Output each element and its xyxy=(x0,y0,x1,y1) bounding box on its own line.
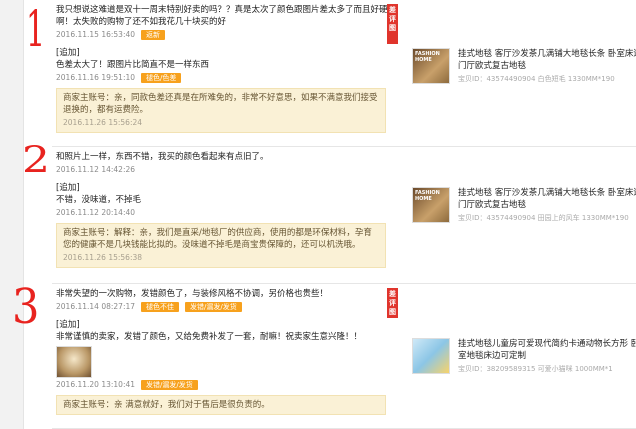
review-tag[interactable]: 发错/漏发/发货 xyxy=(185,302,242,312)
reply-text: 商家主账号：解释：亲，我们是直采/地毯厂的供应商，使用的都是环保材料，孕育您的健… xyxy=(63,228,372,250)
review-date: 2016.11.12 14:42:26 xyxy=(56,165,136,174)
product-sku: 宝贝ID：38209589315 可爱小猫咪 1000MM*1 xyxy=(458,365,613,373)
product-thumbnail[interactable] xyxy=(412,338,450,374)
append-label: [追加] xyxy=(56,48,80,58)
append-tag[interactable]: 褪色/色差 xyxy=(141,73,182,83)
append-tag[interactable]: 发错/漏发/发货 xyxy=(141,380,198,390)
annotation-number-2: 2 xyxy=(22,140,50,182)
seller-reply: 商家主账号：亲，同款色差还真是在所难免的，非常不好意思，如果不满意我们接受退换的… xyxy=(56,88,386,133)
reply-text: 商家主账号：亲，同款色差还真是在所难免的，非常不好意思，如果不满意我们接受退换的… xyxy=(63,93,378,115)
product-title[interactable]: 挂式地毯 客厅沙发茶几满铺大地毯长条 卧室床边门厅欧式复古地毯 xyxy=(458,187,636,211)
review-tag[interactable]: 褪色不佳 xyxy=(141,302,180,312)
product-title[interactable]: 挂式地毯儿童房可爱现代简约卡通动物长方形 卧室地毯床边可定制 xyxy=(458,338,636,362)
review-meta: 2016.11.15 16:53:40 返新 xyxy=(56,29,394,41)
seller-reply: 商家主账号：解释：亲，我们是直采/地毯厂的供应商，使用的都是环保材料，孕育您的健… xyxy=(56,223,386,268)
review-meta: 2016.11.14 08:27:17 褪色不佳 发错/漏发/发货 xyxy=(56,301,394,313)
review-photo-thumbnail[interactable] xyxy=(56,346,92,378)
review-content: 和照片上一样，东西不错，我买的颜色看起来有点旧了。 2016.11.12 14:… xyxy=(56,151,394,268)
append-text: 色差太大了！跟图片比简直不是一样东西 xyxy=(56,60,210,70)
review-content: 我只想说这难道是双十一周末特别好卖的吗？？真是太次了颜色跟图片差太多了而且好硬啊… xyxy=(56,4,394,133)
product-logo: FASHION HOME xyxy=(415,51,440,63)
bad-review-badge: 差评图 xyxy=(387,288,398,318)
append-meta: 2016.11.16 19:51:10 褪色/色差 xyxy=(56,72,394,84)
append-label: [追加] xyxy=(56,183,80,193)
review-tag[interactable]: 返新 xyxy=(141,30,166,40)
append-meta: 2016.11.20 13:10:41 发错/漏发/发货 xyxy=(56,379,394,391)
product-sku: 宝贝ID：43574490904 白色短毛 1330MM*190 xyxy=(458,75,615,83)
review-text: 非常失望的一次购物，发错颜色了，与装修风格不协调，另价格也贵些！ xyxy=(56,289,329,299)
append-date: 2016.11.12 20:14:40 xyxy=(56,208,136,217)
annotation-number-1: 1 xyxy=(26,0,46,58)
product-info[interactable]: 挂式地毯儿童房可爱现代简约卡通动物长方形 卧室地毯床边可定制 宝贝ID：3820… xyxy=(412,338,636,388)
product-logo: FASHION HOME xyxy=(415,190,440,202)
reply-meta: 2016.11.26 15:56:24 xyxy=(63,117,379,129)
product-sku: 宝贝ID：43574490904 田园上的风车 1330MM*190 xyxy=(458,214,629,222)
reply-date: 2016.11.26 15:56:38 xyxy=(63,253,143,262)
bad-review-badge: 差评图 xyxy=(387,4,398,44)
append-text: 不错，没味道，不掉毛 xyxy=(56,195,142,205)
review-date: 2016.11.15 16:53:40 xyxy=(56,30,136,39)
annotation-number-3: 3 xyxy=(12,279,40,335)
product-thumbnail[interactable]: FASHION HOME xyxy=(412,187,450,223)
append-text: 非常谨慎的卖家，发错了颜色，又给免费补发了一套，耐嘛！祝卖家生意兴隆！！ xyxy=(56,332,363,342)
review-item: 和照片上一样，东西不错，我买的颜色看起来有点旧了。 2016.11.12 14:… xyxy=(52,147,636,284)
review-item: 我只想说这难道是双十一周末特别好卖的吗？？真是太次了颜色跟图片差太多了而且好硬啊… xyxy=(52,0,636,147)
reply-meta: 2016.11.26 15:56:38 xyxy=(63,252,379,264)
review-item: 非常失望的一次购物，发错颜色了，与装修风格不协调，另价格也贵些！ 2016.11… xyxy=(52,284,636,429)
review-date: 2016.11.14 08:27:17 xyxy=(56,302,136,311)
append-label: [追加] xyxy=(56,320,80,330)
left-strip xyxy=(0,0,24,429)
review-text: 我只想说这难道是双十一周末特别好卖的吗？？真是太次了颜色跟图片差太多了而且好硬啊… xyxy=(56,5,388,27)
append-date: 2016.11.20 13:10:41 xyxy=(56,380,136,389)
reply-date: 2016.11.26 15:56:24 xyxy=(63,118,143,127)
product-thumbnail[interactable]: FASHION HOME xyxy=(412,48,450,84)
review-text: 和照片上一样，东西不错，我买的颜色看起来有点旧了。 xyxy=(56,152,269,162)
append-date: 2016.11.16 19:51:10 xyxy=(56,73,136,82)
product-title[interactable]: 挂式地毯 客厅沙发茶几满铺大地毯长条 卧室床边门厅欧式复古地毯 xyxy=(458,48,636,72)
seller-reply: 商家主账号：亲 满意就好，我们对于售后是很负责的。 xyxy=(56,395,386,415)
review-content: 非常失望的一次购物，发错颜色了，与装修风格不协调，另价格也贵些！ 2016.11… xyxy=(56,288,394,415)
append-meta: 2016.11.12 20:14:40 xyxy=(56,207,394,219)
review-meta: 2016.11.12 14:42:26 xyxy=(56,164,394,176)
product-info[interactable]: FASHION HOME 挂式地毯 客厅沙发茶几满铺大地毯长条 卧室床边门厅欧式… xyxy=(412,187,636,237)
product-info[interactable]: FASHION HOME 挂式地毯 客厅沙发茶几满铺大地毯长条 卧室床边门厅欧式… xyxy=(412,48,636,98)
reply-text: 商家主账号：亲 满意就好，我们对于售后是很负责的。 xyxy=(63,400,270,410)
